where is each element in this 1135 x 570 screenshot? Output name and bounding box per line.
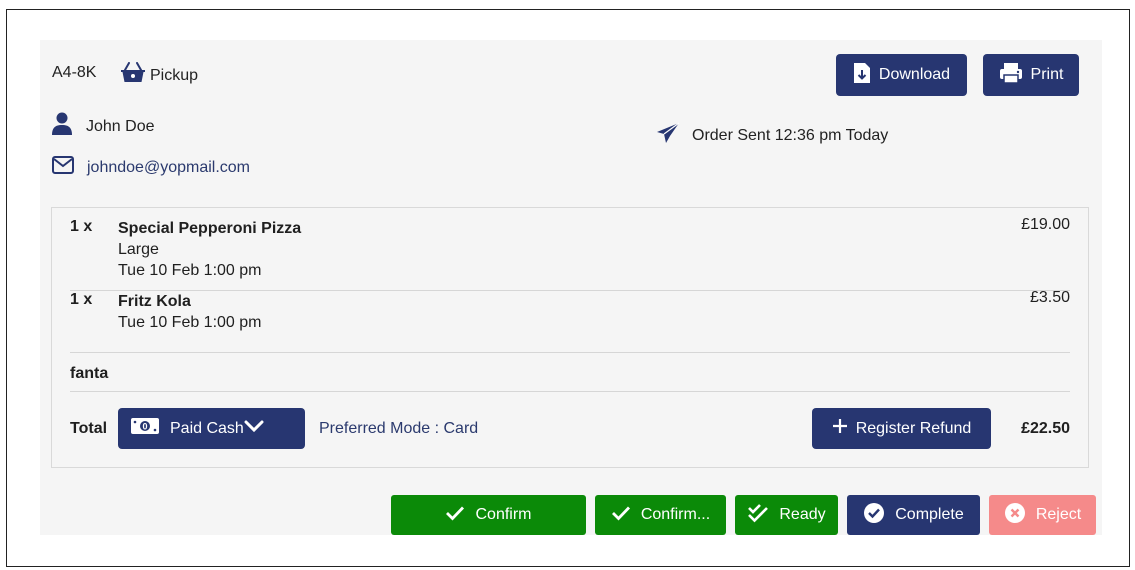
register-refund-label: Register Refund bbox=[855, 419, 972, 437]
svg-text:0: 0 bbox=[142, 422, 147, 432]
x-circle-icon bbox=[1004, 502, 1026, 529]
item-price: £19.00 bbox=[1021, 216, 1070, 233]
order-type: Pickup bbox=[120, 62, 198, 89]
customer-email[interactable]: johndoe@yopmail.com bbox=[52, 156, 250, 179]
total-amount: £22.50 bbox=[1021, 420, 1070, 437]
order-note: fanta bbox=[70, 365, 109, 382]
page-frame: A4-8K Pickup John Doe johndoe@yopmail.co… bbox=[6, 9, 1130, 567]
double-check-icon bbox=[747, 503, 769, 528]
download-label: Download bbox=[878, 66, 951, 83]
printer-icon bbox=[999, 62, 1023, 89]
confirm-label: Confirm bbox=[475, 506, 532, 523]
file-download-icon bbox=[853, 62, 871, 89]
list-item: 1 x Special Pepperoni Pizza Large Tue 10… bbox=[70, 216, 1070, 291]
check-icon bbox=[611, 505, 631, 526]
confirm-with-time-button[interactable]: Confirm... bbox=[595, 495, 726, 535]
print-label: Print bbox=[1030, 66, 1064, 83]
confirm-button[interactable]: Confirm bbox=[391, 495, 586, 535]
ready-label: Ready bbox=[779, 506, 826, 523]
item-qty: 1 x bbox=[70, 291, 93, 308]
register-refund-button[interactable]: Register Refund bbox=[812, 408, 991, 449]
basket-icon bbox=[120, 62, 146, 89]
order-note-row: fanta bbox=[70, 353, 1070, 392]
user-icon bbox=[52, 112, 72, 141]
item-info: Special Pepperoni Pizza Large Tue 10 Feb… bbox=[118, 218, 301, 281]
reject-label: Reject bbox=[1035, 506, 1082, 523]
preferred-payment-mode: Preferred Mode : Card bbox=[319, 420, 479, 437]
list-item: 1 x Fritz Kola Tue 10 Feb 1:00 pm £3.50 bbox=[70, 289, 1070, 353]
item-option: Large bbox=[118, 241, 159, 258]
total-row: Total 0 Paid Cash Preferred Mode : Card bbox=[70, 392, 1070, 462]
order-panel: A4-8K Pickup John Doe johndoe@yopmail.co… bbox=[40, 40, 1102, 535]
complete-button[interactable]: Complete bbox=[847, 495, 980, 535]
item-name: Fritz Kola bbox=[118, 293, 191, 310]
envelope-icon bbox=[52, 156, 74, 179]
chevron-down-icon bbox=[244, 419, 264, 438]
payment-status-label: Paid Cash bbox=[170, 419, 244, 437]
payment-status-select[interactable]: 0 Paid Cash bbox=[118, 408, 305, 449]
customer-name-text: John Doe bbox=[86, 117, 155, 135]
total-label: Total bbox=[70, 420, 108, 437]
item-price: £3.50 bbox=[1029, 289, 1070, 306]
download-button[interactable]: Download bbox=[836, 54, 967, 96]
item-time: Tue 10 Feb 1:00 pm bbox=[118, 314, 262, 331]
order-items-box: 1 x Special Pepperoni Pizza Large Tue 10… bbox=[51, 207, 1089, 468]
check-circle-icon bbox=[863, 502, 885, 529]
order-code: A4-8K bbox=[52, 64, 97, 81]
check-icon bbox=[445, 505, 465, 526]
customer-email-text[interactable]: johndoe@yopmail.com bbox=[87, 159, 250, 177]
item-time: Tue 10 Feb 1:00 pm bbox=[118, 262, 262, 279]
order-sent-text: Order Sent 12:36 pm Today bbox=[692, 126, 889, 144]
confirm-with-time-label: Confirm... bbox=[640, 506, 711, 523]
reject-button[interactable]: Reject bbox=[989, 495, 1096, 535]
item-name: Special Pepperoni Pizza bbox=[118, 220, 302, 237]
customer-name: John Doe bbox=[52, 112, 155, 141]
item-info: Fritz Kola Tue 10 Feb 1:00 pm bbox=[118, 291, 262, 333]
order-sent-status: Order Sent 12:36 pm Today bbox=[656, 122, 888, 149]
plus-icon bbox=[832, 418, 848, 439]
cash-icon: 0 bbox=[130, 416, 170, 441]
print-button[interactable]: Print bbox=[983, 54, 1079, 96]
item-qty: 1 x bbox=[70, 218, 93, 235]
paper-plane-icon bbox=[656, 122, 680, 149]
order-type-label: Pickup bbox=[150, 66, 199, 84]
ready-button[interactable]: Ready bbox=[735, 495, 838, 535]
complete-label: Complete bbox=[895, 506, 964, 523]
